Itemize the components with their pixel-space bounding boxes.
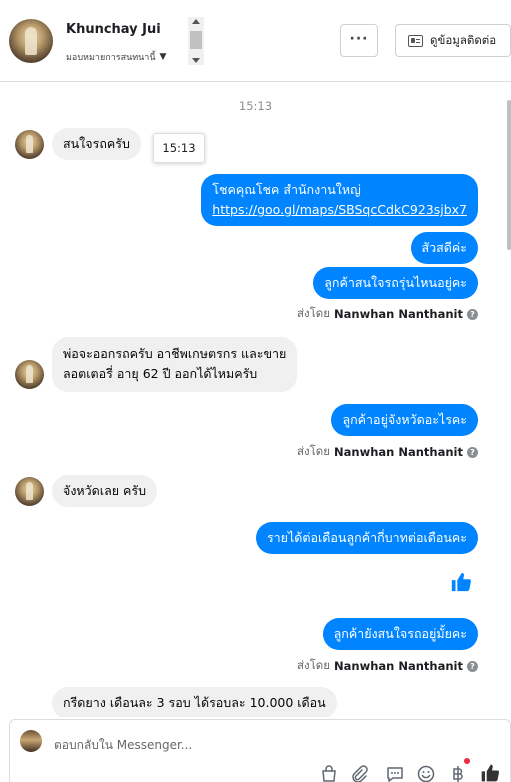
outgoing-message[interactable]: ลูกค้าอยู่จังหวัดอะไรคะ (331, 404, 478, 436)
sender-name: Nanwhan Nanthanit (334, 307, 463, 321)
incoming-message[interactable]: พ่อจะออกรถครับ อาชีพเกษตรกร และขาย ลอตเต… (52, 337, 298, 392)
like-icon[interactable] (480, 763, 500, 782)
map-link[interactable]: https://goo.gl/maps/SBSqcCdkC923sjbx7 (212, 202, 467, 217)
bag-icon[interactable] (319, 764, 339, 782)
help-icon[interactable]: ? (467, 446, 478, 458)
message-thread[interactable]: 15:13 สนใจรถครับ 15:13 โชคคุณโชค สำนักงา… (0, 83, 511, 717)
quick-reply-icon[interactable] (385, 764, 405, 782)
customer-avatar[interactable] (15, 477, 44, 506)
message-text: โชคคุณโชค สำนักงานใหญ่ (212, 182, 361, 197)
notification-dot (464, 758, 470, 764)
customer-avatar[interactable] (15, 130, 44, 159)
message-composer: ตอบกลับใน Messenger... (9, 719, 511, 782)
sent-by-label: ส่งโดย Nanwhan Nanthanit ? (297, 657, 478, 675)
time-tooltip: 15:13 (153, 133, 205, 163)
reply-input[interactable]: ตอบกลับใน Messenger... (54, 736, 192, 755)
outgoing-message[interactable]: รายได้ต่อเดือนลูกค้ากี่บาทต่อเดือนคะ (255, 522, 478, 554)
sent-by-prefix: ส่งโดย (296, 658, 331, 672)
scroll-up-arrow-icon[interactable] (192, 19, 200, 24)
customer-avatar[interactable] (15, 360, 44, 389)
header-scrollbar[interactable] (188, 17, 204, 65)
assign-label: มอบหมายการสนทนานี้ (66, 53, 156, 63)
page-avatar (20, 730, 42, 752)
assign-conversation-dropdown[interactable]: มอบหมายการสนทนานี้ ▼ (66, 50, 166, 64)
scrollbar-thumb[interactable] (190, 31, 202, 49)
outgoing-message[interactable]: ลูกค้ายังสนใจรถอยู่มั้ยคะ (322, 618, 478, 650)
sent-by-prefix: ส่งโดย (296, 306, 331, 320)
outgoing-message[interactable]: โชคคุณโชค สำนักงานใหญ่ https://goo.gl/ma… (201, 174, 478, 226)
sender-name: Nanwhan Nanthanit (334, 659, 463, 673)
view-contact-info-button[interactable]: ดูข้อมูลติดต่อ (395, 24, 511, 57)
incoming-message[interactable]: สนใจรถครับ (52, 128, 141, 160)
message-line: ลอตเตอรี่ อายุ 62 ปี ออกได้ไหมครับ (63, 366, 258, 381)
more-options-button[interactable]: ··· (340, 24, 378, 57)
contact-avatar[interactable] (9, 19, 53, 63)
paperclip-icon[interactable] (349, 764, 369, 782)
thread-scrollbar[interactable] (506, 83, 511, 717)
like-icon[interactable] (450, 571, 472, 593)
emoji-icon[interactable] (416, 764, 436, 782)
id-card-icon (408, 34, 423, 47)
message-line: พ่อจะออกรถครับ อาชีพเกษตรกร และขาย (63, 346, 287, 361)
sent-by-label: ส่งโดย Nanwhan Nanthanit ? (297, 443, 478, 461)
outgoing-message[interactable]: สัวสดีค่ะ (410, 232, 478, 264)
conversation-header: Khunchay Jui มอบหมายการสนทนานี้ ▼ ··· ดู… (0, 0, 511, 82)
sender-name: Nanwhan Nanthanit (334, 445, 463, 459)
outgoing-message[interactable]: ลูกค้าสนใจรถรุ่นไหนอยู่คะ (313, 267, 478, 299)
incoming-message[interactable]: จังหวัดเลย ครับ (52, 475, 158, 507)
scroll-down-arrow-icon[interactable] (192, 58, 200, 63)
message-timestamp: 15:13 (238, 99, 273, 113)
contact-name[interactable]: Khunchay Jui (66, 22, 161, 37)
help-icon[interactable]: ? (467, 308, 478, 320)
caret-down-icon: ▼ (159, 52, 167, 62)
baht-icon[interactable] (448, 764, 468, 782)
view-contact-info-label: ดูข้อมูลติดต่อ (430, 32, 497, 47)
sent-by-prefix: ส่งโดย (296, 444, 331, 458)
scrollbar-thumb[interactable] (507, 100, 511, 250)
incoming-message[interactable]: กรีดยาง เดือนละ 3 รอบ ได้รอบละ 10.000 เด… (52, 687, 337, 717)
help-icon[interactable]: ? (467, 660, 478, 672)
sent-by-label: ส่งโดย Nanwhan Nanthanit ? (297, 305, 478, 323)
